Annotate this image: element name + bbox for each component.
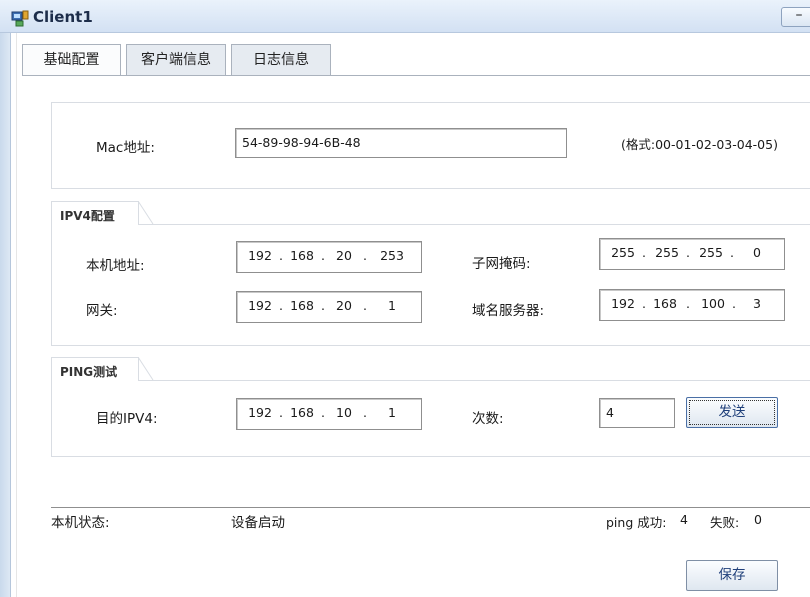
ip-dot: . xyxy=(279,248,283,263)
ping-success-label: ping 成功: xyxy=(606,515,667,530)
subnet-mask-input[interactable]: 255 . 255 . 255 . 0 xyxy=(599,238,785,270)
ip-octet: 10 xyxy=(336,405,352,420)
ping-target-label: 目的IPV4: xyxy=(96,411,158,427)
gateway-label: 网关: xyxy=(86,303,118,319)
ip-octet: 192 xyxy=(248,248,272,263)
ip-octet: 253 xyxy=(380,248,404,263)
ip-octet: 168 xyxy=(290,405,314,420)
ping-fail-count: 0 xyxy=(754,512,762,527)
ping-count-input[interactable]: 4 xyxy=(599,398,675,428)
ip-octet: 192 xyxy=(248,298,272,313)
ip-dot: . xyxy=(686,245,690,260)
ip-dot: . xyxy=(321,298,325,313)
ip-octet: 168 xyxy=(290,298,314,313)
tab-log-info[interactable]: 日志信息 xyxy=(231,44,331,75)
ping-section-title: PING测试 xyxy=(60,365,118,379)
ip-dot: . xyxy=(363,298,367,313)
ip-dot: . xyxy=(642,296,646,311)
ip-octet: 192 xyxy=(248,405,272,420)
ip-octet: 255 xyxy=(655,245,679,260)
local-address-label: 本机地址: xyxy=(86,258,145,274)
ip-octet: 3 xyxy=(753,296,761,311)
minimize-button[interactable]: – xyxy=(781,7,810,27)
ip-dot: . xyxy=(363,405,367,420)
ip-octet: 255 xyxy=(699,245,723,260)
local-address-input[interactable]: 192 . 168 . 20 . 253 xyxy=(236,241,422,273)
ip-dot: . xyxy=(686,296,690,311)
dns-server-label: 域名服务器: xyxy=(472,303,545,319)
ip-octet: 100 xyxy=(701,296,725,311)
save-button[interactable]: 保存 xyxy=(686,560,778,591)
ping-count-label: 次数: xyxy=(472,411,504,427)
gateway-input[interactable]: 192 . 168 . 20 . 1 xyxy=(236,291,422,323)
ip-dot: . xyxy=(279,405,283,420)
ip-octet: 168 xyxy=(290,248,314,263)
window-title: Client1 xyxy=(33,8,93,26)
device-status-label: 本机状态: xyxy=(51,515,110,531)
ping-success-count: 4 xyxy=(680,512,688,527)
ip-octet: 255 xyxy=(611,245,635,260)
ip-octet: 1 xyxy=(388,405,396,420)
tab-underline xyxy=(22,75,810,76)
mac-address-input[interactable]: 54-89-98-94-6B-48 xyxy=(235,128,567,158)
ip-octet: 0 xyxy=(753,245,761,260)
window-inner-border xyxy=(16,33,17,597)
ip-dot: . xyxy=(321,248,325,263)
send-button[interactable]: 发送 xyxy=(686,397,778,428)
status-divider xyxy=(51,507,810,508)
ip-dot: . xyxy=(730,245,734,260)
window-titlebar xyxy=(0,0,810,33)
ip-dot: . xyxy=(279,298,283,313)
ip-octet: 20 xyxy=(336,248,352,263)
client-pc-icon xyxy=(11,10,29,27)
ip-octet: 168 xyxy=(653,296,677,311)
ping-tab-slope xyxy=(138,357,154,381)
mac-format-hint: (格式:00-01-02-03-04-05) xyxy=(621,137,778,152)
ip-dot: . xyxy=(363,248,367,263)
ip-octet: 192 xyxy=(611,296,635,311)
ping-fail-label: 失败: xyxy=(710,515,740,530)
ip-dot: . xyxy=(642,245,646,260)
ipv4-section-title: IPV4配置 xyxy=(60,209,115,223)
ping-target-input[interactable]: 192 . 168 . 10 . 1 xyxy=(236,398,422,430)
device-status-value: 设备启动 xyxy=(231,515,285,531)
window-left-border xyxy=(0,33,11,597)
ip-octet: 20 xyxy=(336,298,352,313)
tab-client-info[interactable]: 客户端信息 xyxy=(126,44,226,75)
ip-octet: 1 xyxy=(388,298,396,313)
dns-server-input[interactable]: 192 . 168 . 100 . 3 xyxy=(599,289,785,321)
mac-label: Mac地址: xyxy=(96,140,155,156)
ip-dot: . xyxy=(321,405,325,420)
tab-basic-config[interactable]: 基础配置 xyxy=(22,44,121,76)
subnet-mask-label: 子网掩码: xyxy=(472,256,531,272)
ipv4-tab-slope xyxy=(138,201,154,225)
ip-dot: . xyxy=(732,296,736,311)
